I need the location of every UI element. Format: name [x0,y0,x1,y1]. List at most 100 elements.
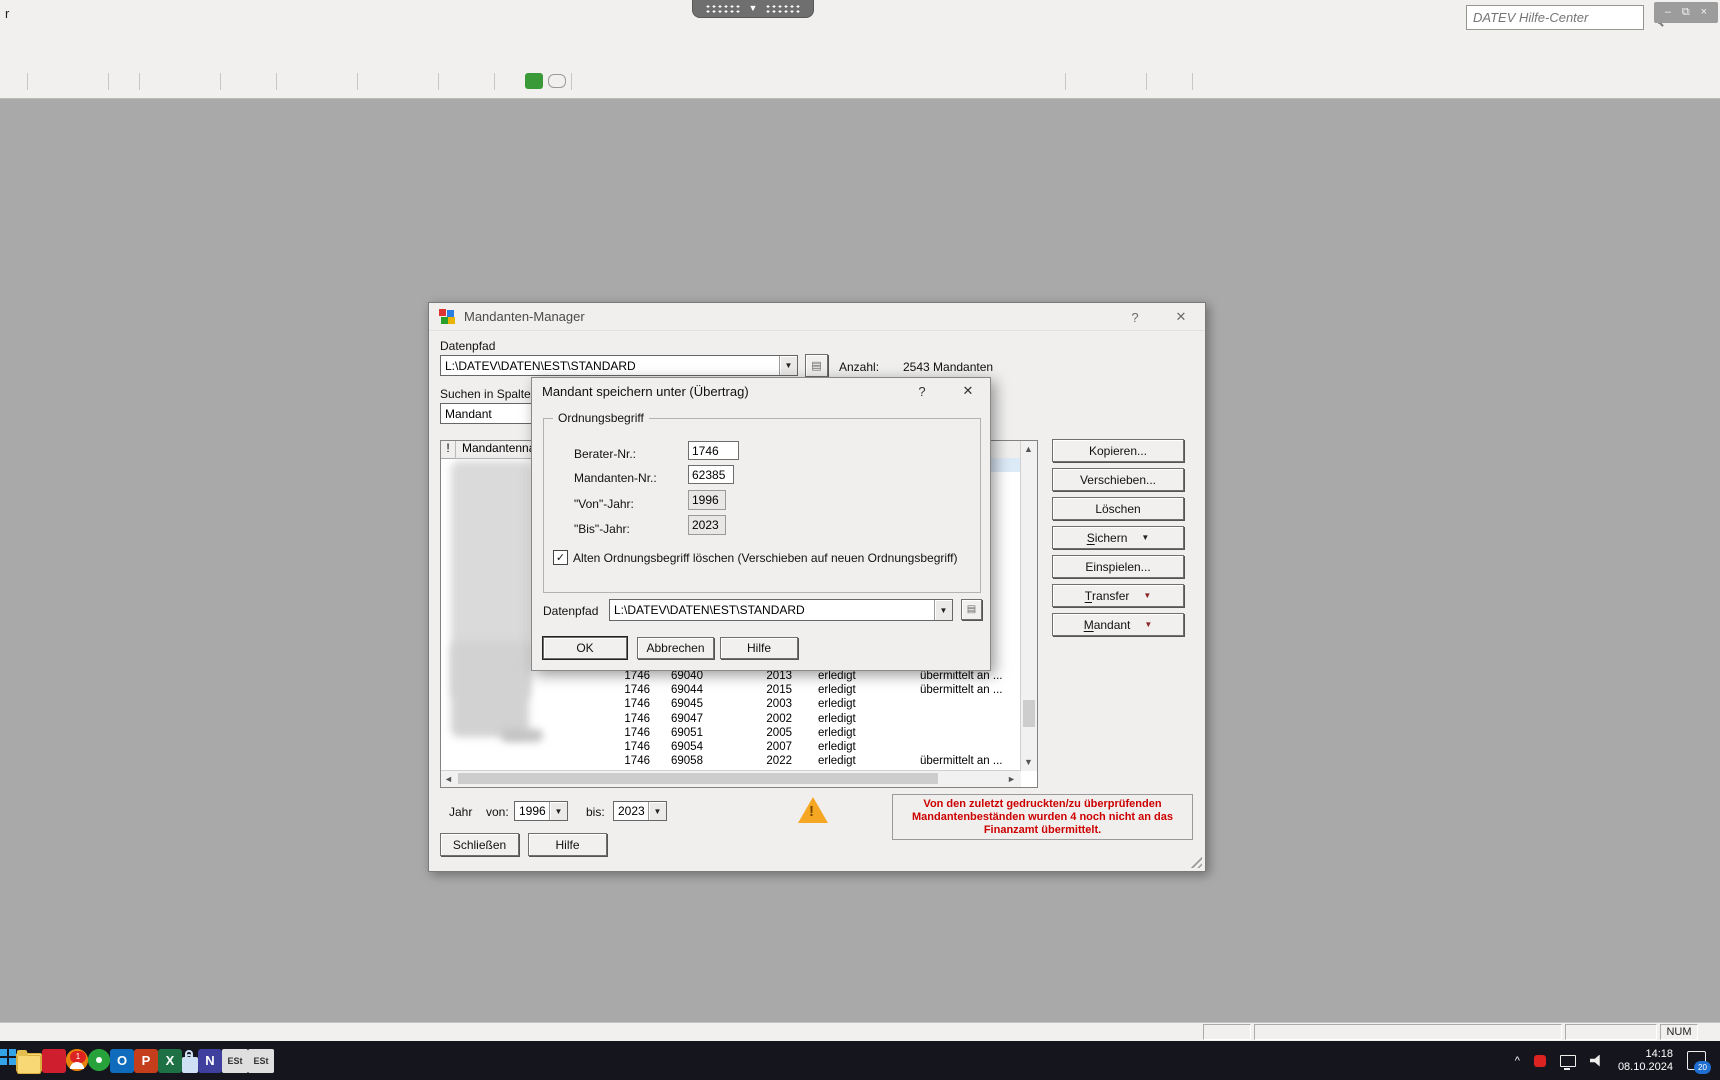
context-help-icon[interactable] [500,71,520,91]
dialog-help-button[interactable]: ? [908,382,936,400]
table-icon[interactable] [1198,71,1218,91]
flag-outline-icon[interactable] [251,71,271,91]
explorer-icon[interactable] [16,1053,42,1072]
table-row[interactable]: 1746 69058 2022 erledigt übermittelt an … [441,755,1020,769]
horizontal-scroll-thumb[interactable] [458,773,938,784]
window-layout-icon[interactable] [1152,71,1172,91]
datev-red-icon[interactable] [42,1049,66,1073]
doc-edit-icon[interactable] [307,71,327,91]
vertical-scrollbar[interactable]: ▲ ▼ [1020,441,1037,771]
dialog-datenpfad-combobox[interactable]: L:\DATEV\DATEN\EST\STANDARD ▼ [609,599,953,621]
dialog-browse-path-button[interactable]: ▤ [961,599,982,620]
est-app-icon[interactable]: ESt [222,1049,248,1073]
tray-display-icon[interactable] [1560,1055,1576,1067]
table-row[interactable]: 1746 69044 2015 erledigt übermittelt an … [441,684,1020,698]
form-icon[interactable] [33,71,53,91]
minimize-button[interactable]: – [1665,7,1671,18]
tree-icon[interactable] [363,71,383,91]
move-button[interactable]: Verschieben... [1052,468,1184,491]
scroll-down-button[interactable]: ▼ [1021,754,1036,769]
calculator-icon[interactable] [469,71,489,91]
bis-jahr-combobox[interactable]: 2023 ▼ [613,801,667,821]
handshake-icon[interactable] [58,71,78,91]
contacts-icon[interactable]: 1 [66,1049,88,1071]
columns-icon[interactable] [413,71,433,91]
menu-item[interactable] [38,34,46,38]
tray-alert-icon[interactable] [1534,1055,1546,1067]
dialog-close-icon[interactable]: ✕ [954,382,982,400]
edit-pen-icon[interactable] [332,71,352,91]
dialog-help-bottom-button[interactable]: Hilfe [720,637,798,659]
chevron-down-icon[interactable]: ▼ [648,802,666,820]
dropdown-icon[interactable] [1025,71,1035,91]
tray-expand-icon[interactable]: ^ [1515,1055,1520,1067]
copy-button[interactable]: Kopieren... [1052,439,1184,462]
tray-volume-icon[interactable] [1590,1055,1604,1067]
mandant-button[interactable]: Mandant▼ [1052,613,1184,636]
browse-path-button[interactable]: ▤ [805,354,828,377]
help-search[interactable] [1466,5,1644,30]
lex-icon[interactable] [525,73,543,89]
move-down-icon[interactable] [1040,71,1060,91]
restore-button[interactable]: ⧉ [1682,7,1690,18]
window-titlebar[interactable]: Mandanten-Manager [429,303,1205,331]
delete-old-key-checkbox[interactable]: ✓ [553,550,568,565]
play-icon[interactable] [114,71,134,91]
sum-icon[interactable] [388,71,408,91]
table-row[interactable]: 1746 69054 2007 erledigt [441,741,1020,755]
datenpfad-combobox[interactable]: L:\DATEV\DATEN\EST\STANDARD ▼ [440,355,798,376]
ok-button[interactable]: OK [543,637,627,659]
cut-icon[interactable] [145,71,165,91]
powerpoint-icon[interactable]: P [134,1049,158,1073]
outlook-icon[interactable]: O [110,1049,134,1073]
help-search-input[interactable] [1467,10,1657,25]
checklist-icon[interactable] [83,71,103,91]
copy-icon[interactable] [170,71,190,91]
layout-dropdown-icon[interactable] [1177,71,1187,91]
toolbar-dock-handle[interactable]: ▼ [692,0,814,18]
table-row[interactable]: 1746 69047 2002 erledigt [441,713,1020,727]
resize-grip[interactable] [1188,854,1202,868]
table-row[interactable]: 1746 69045 2003 erledigt [441,698,1020,712]
table-row[interactable]: 1746 69051 2005 erledigt [441,727,1020,741]
vertical-scroll-thumb[interactable] [1023,700,1035,727]
new-folder-icon[interactable] [1071,71,1091,91]
chevron-down-icon[interactable]: ▼ [549,802,567,820]
berater-nr-field[interactable] [688,441,739,460]
menu-item[interactable] [66,34,74,38]
scroll-right-button[interactable]: ► [1004,771,1019,786]
taskbar-clock[interactable]: 14:18 08.10.2024 [1618,1048,1673,1074]
scroll-left-button[interactable]: ◄ [441,771,456,786]
refresh-icon[interactable] [577,71,597,91]
chevron-down-icon[interactable]: ▼ [779,356,797,375]
von-jahr-combobox[interactable]: 1996 ▼ [514,801,568,821]
action-center-icon[interactable]: 20 [1687,1051,1706,1070]
toolbar-drag-handle[interactable] [962,71,970,91]
start-button[interactable] [0,1049,16,1065]
scroll-up-button[interactable]: ▲ [1021,441,1036,456]
restore-button[interactable]: Einspielen... [1052,555,1184,578]
page-icon[interactable] [1096,71,1116,91]
move-up-icon[interactable] [975,71,995,91]
close-window-button[interactable]: Schließen [440,833,519,856]
close-button[interactable]: × [1701,7,1707,18]
backup-button[interactable]: Sichern▼ [1052,526,1184,549]
help-button[interactable]: ? [1121,308,1149,326]
preview-icon[interactable] [1223,71,1243,91]
indent-icon[interactable] [1000,71,1020,91]
cancel-button[interactable]: Abbrechen [637,637,714,659]
menu-item[interactable] [10,34,18,38]
transfer-button[interactable]: Transfer▼ [1052,584,1184,607]
horizontal-scrollbar[interactable]: ◄ ► [441,770,1021,787]
doc-clip-icon[interactable] [444,71,464,91]
chevron-down-icon[interactable]: ▼ [934,600,952,620]
mandanten-nr-field[interactable] [688,465,734,484]
delete-button[interactable]: Löschen [1052,497,1184,520]
excel-icon[interactable]: X [158,1049,182,1073]
messenger-icon[interactable] [88,1049,110,1071]
comment-icon[interactable] [548,74,566,88]
flag-icon[interactable] [226,71,246,91]
close-icon[interactable]: ✕ [1167,308,1195,326]
print-icon[interactable] [1248,71,1268,91]
doc-add-icon[interactable] [282,71,302,91]
